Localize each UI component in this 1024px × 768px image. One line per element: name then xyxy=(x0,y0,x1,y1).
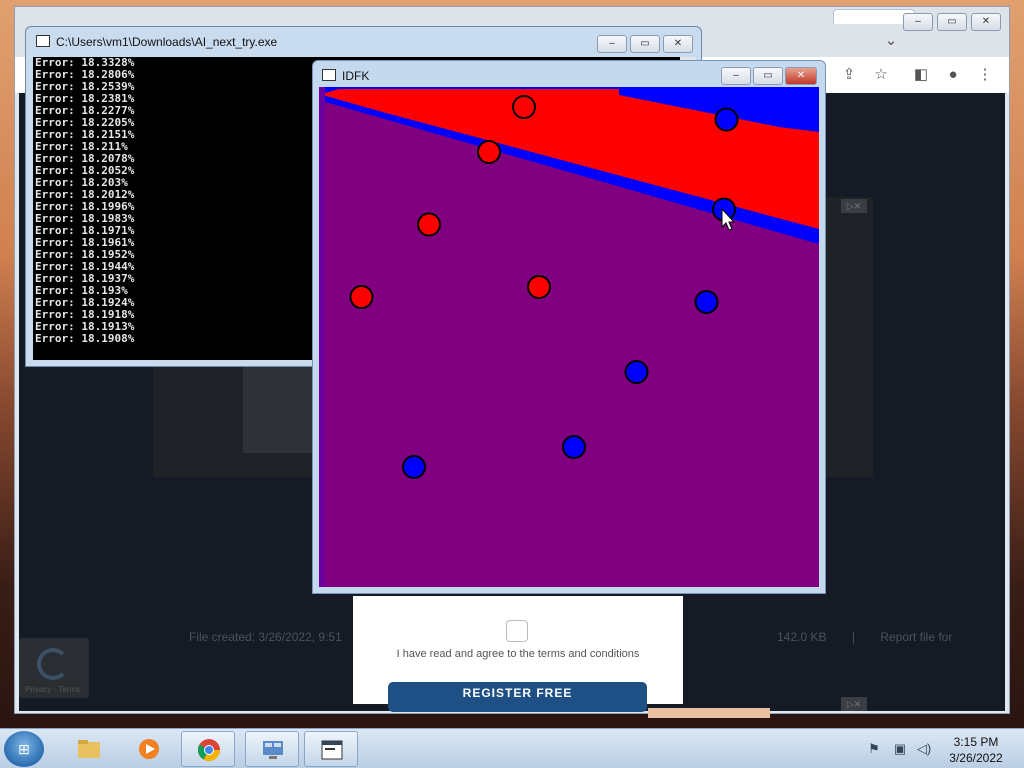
blue-point xyxy=(562,435,586,459)
register-button[interactable]: REGISTER FREE xyxy=(388,682,647,712)
taskbar-console[interactable] xyxy=(304,731,358,767)
console-window-icon xyxy=(321,740,343,760)
idfk-caption-buttons: – ▭ ✕ xyxy=(721,67,817,85)
clock-time: 3:15 PM xyxy=(953,735,999,749)
ad-close-icon[interactable]: ▷✕ xyxy=(841,199,867,213)
blue-point xyxy=(402,455,426,479)
taskbar-control-panel[interactable] xyxy=(245,731,299,767)
profile-avatar-icon[interactable]: ● xyxy=(943,65,963,85)
blue-point xyxy=(624,360,649,384)
chevron-down-icon[interactable]: ⌄ xyxy=(881,31,901,51)
clock-date: 3/26/2022 xyxy=(949,751,1003,765)
network-icon[interactable]: ▣ xyxy=(892,741,908,757)
console-lines: Error: 18.3328% Error: 18.2806% Error: 18.… xyxy=(35,57,134,345)
wallpaper-strip xyxy=(648,708,770,718)
recaptcha-badge[interactable]: Privacy - Terms xyxy=(19,638,89,698)
terms-checkbox[interactable] xyxy=(506,620,528,642)
ad-close-icon-bottom[interactable]: ▷✕ xyxy=(841,697,867,711)
folder-icon xyxy=(78,740,100,758)
red-point xyxy=(417,212,441,237)
console-close-button[interactable]: ✕ xyxy=(663,35,693,53)
upload-tile xyxy=(243,363,323,453)
idfk-title: IDFK xyxy=(322,69,369,83)
terms-label: I have read and agree to the terms and c… xyxy=(396,648,640,660)
red-point xyxy=(527,275,551,299)
idfk-close-button[interactable]: ✕ xyxy=(785,67,817,85)
separator-text: | xyxy=(851,630,855,644)
console-title: C:\Users\vm1\Downloads\AI_next_try.exe xyxy=(36,35,277,49)
console-app-icon xyxy=(36,35,50,47)
file-size-text: 142.0 KB xyxy=(777,630,827,644)
console-line: Error: 18.1908% xyxy=(35,332,135,345)
blue-point xyxy=(694,290,719,314)
red-point xyxy=(512,95,536,119)
control-panel-icon xyxy=(263,741,283,759)
windows-logo-icon: ⊞ xyxy=(18,741,30,757)
action-center-flag-icon[interactable]: ⚑ xyxy=(866,741,882,757)
start-button[interactable]: ⊞ xyxy=(4,731,44,767)
chrome-icon xyxy=(198,739,220,761)
red-point xyxy=(477,140,501,164)
console-caption-buttons: – ▭ ✕ xyxy=(597,35,693,53)
console-minimize-button[interactable]: – xyxy=(597,35,627,53)
red-point xyxy=(349,285,374,309)
menu-kebab-icon[interactable]: ⋮ xyxy=(975,65,995,85)
taskbar-explorer[interactable] xyxy=(62,731,116,767)
share-icon[interactable]: ⇪ xyxy=(839,65,859,85)
close-button[interactable]: ✕ xyxy=(971,13,1001,31)
idfk-maximize-button[interactable]: ▭ xyxy=(753,67,783,85)
register-panel: I have read and agree to the terms and c… xyxy=(353,596,683,712)
minimize-button[interactable]: – xyxy=(903,13,933,31)
blue-point xyxy=(714,107,739,132)
media-player-icon xyxy=(139,739,159,759)
volume-icon[interactable]: ◁) xyxy=(916,741,932,757)
side-panel-icon[interactable]: ◧ xyxy=(911,65,931,85)
taskbar-media-player[interactable] xyxy=(122,731,176,767)
left-edge-shading xyxy=(319,87,325,587)
taskbar-chrome[interactable] xyxy=(181,731,235,767)
idfk-window[interactable]: IDFK – ▭ ✕ xyxy=(312,60,826,594)
taskbar: ⊞ ⚑ ▣ ◁) 3:15 PM 3/26/2022 xyxy=(0,728,1024,768)
recaptcha-privacy-text: Privacy - Terms xyxy=(25,685,80,694)
browser-caption-buttons: – ▭ ✕ xyxy=(903,13,1001,31)
idfk-app-icon xyxy=(322,69,336,81)
clock[interactable]: 3:15 PM 3/26/2022 xyxy=(936,734,1016,766)
idfk-minimize-button[interactable]: – xyxy=(721,67,751,85)
maximize-button[interactable]: ▭ xyxy=(937,13,967,31)
idfk-title-text: IDFK xyxy=(342,69,370,83)
bookmark-star-icon[interactable]: ☆ xyxy=(871,65,891,85)
file-created-text: File created: 3/26/2022, 9:51 xyxy=(189,630,342,644)
console-maximize-button[interactable]: ▭ xyxy=(630,35,660,53)
report-file-link[interactable]: Report file for xyxy=(880,630,952,644)
recaptcha-icon xyxy=(37,648,69,680)
console-title-text: C:\Users\vm1\Downloads\AI_next_try.exe xyxy=(56,35,278,49)
classification-canvas[interactable] xyxy=(319,87,819,587)
